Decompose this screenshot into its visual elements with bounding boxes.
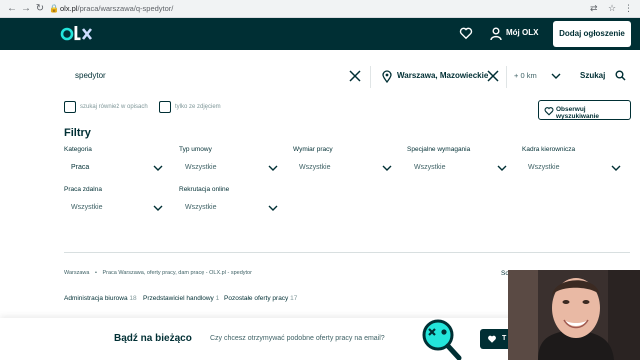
distance-select[interactable]: + 0 km bbox=[514, 71, 537, 80]
newsletter-button-label: T bbox=[502, 335, 507, 342]
newsletter-question: Czy chcesz otrzymywać podobne oferty pra… bbox=[210, 335, 385, 342]
category-name: Administracja biurowa bbox=[64, 295, 128, 302]
address-bar[interactable]: olx.pl/praca/warszawa/q-spedytor/ bbox=[60, 3, 173, 15]
search-bar: spedytor Warszawa, Mazowieckie + 0 km Sz… bbox=[0, 58, 640, 96]
url-path: /praca/warszawa/q-spedytor/ bbox=[77, 4, 174, 13]
contract-type-select[interactable]: Wszystkie bbox=[185, 164, 217, 171]
chevron-down-icon[interactable] bbox=[268, 165, 278, 172]
newsletter-title: Bądź na bieżąco bbox=[114, 333, 192, 344]
chevron-down-icon[interactable] bbox=[551, 73, 561, 80]
special-requirements-select[interactable]: Wszystkie bbox=[414, 164, 446, 171]
filter-label: Kategoria bbox=[64, 146, 92, 153]
olx-logo-icon[interactable] bbox=[60, 23, 94, 45]
filter-label: Praca zdalna bbox=[64, 186, 102, 193]
observe-search-label: Obserwuj wyszukiwanie bbox=[556, 106, 599, 120]
breadcrumb-home-link[interactable]: Warszawa bbox=[64, 270, 89, 276]
heart-icon bbox=[544, 107, 554, 116]
online-recruitment-select[interactable]: Wszystkie bbox=[185, 204, 217, 211]
category-name: Pozostałe oferty pracy bbox=[224, 295, 289, 302]
category-count: 1 bbox=[215, 295, 220, 302]
category-link[interactable]: Administracja biurowa 18 bbox=[64, 295, 137, 302]
bookmark-star-icon[interactable]: ☆ bbox=[608, 3, 616, 14]
location-pin-icon bbox=[382, 70, 392, 83]
category-count: 17 bbox=[290, 295, 298, 302]
favorites-heart-icon[interactable] bbox=[459, 26, 473, 40]
divider bbox=[64, 252, 630, 253]
breadcrumb: Warszawa • Praca Warszawa, oferty pracy,… bbox=[64, 270, 252, 276]
work-time-select[interactable]: Wszystkie bbox=[299, 164, 331, 171]
chevron-down-icon[interactable] bbox=[153, 165, 163, 172]
divider bbox=[506, 66, 507, 88]
chevron-down-icon[interactable] bbox=[497, 165, 507, 172]
photos-only-checkbox[interactable] bbox=[159, 101, 171, 113]
search-descriptions-checkbox[interactable] bbox=[64, 101, 76, 113]
search-descriptions-label: szukaj również w opisach bbox=[80, 104, 148, 110]
breadcrumb-separator: • bbox=[95, 270, 97, 276]
site-header: Mój OLX Dodaj ogłoszenie bbox=[0, 18, 640, 50]
post-ad-button[interactable]: Dodaj ogłoszenie bbox=[553, 21, 631, 47]
filter-label: Specjalne wymagania bbox=[407, 146, 471, 153]
extensions-icon[interactable]: ⋮ bbox=[624, 3, 633, 14]
filter-label: Rekrutacja online bbox=[179, 186, 230, 193]
category-link[interactable]: Przedstawiciel handlowy 1 bbox=[143, 295, 219, 302]
lock-icon: 🔒 bbox=[49, 4, 59, 13]
clear-query-icon[interactable] bbox=[349, 70, 361, 82]
heart-icon bbox=[488, 335, 496, 343]
presenter-video bbox=[508, 270, 640, 360]
translate-icon[interactable]: ⇄ bbox=[590, 3, 598, 14]
url-host: olx.pl bbox=[60, 4, 78, 13]
category-select[interactable]: Praca bbox=[71, 164, 89, 171]
search-button[interactable]: Szukaj bbox=[580, 71, 605, 80]
clear-location-icon[interactable] bbox=[487, 70, 499, 82]
filter-label: Wymiar pracy bbox=[293, 146, 333, 153]
filter-label: Typ umowy bbox=[179, 146, 212, 153]
category-count: 18 bbox=[129, 295, 137, 302]
category-link[interactable]: Pozostałe oferty pracy 17 bbox=[224, 295, 297, 302]
search-icon[interactable] bbox=[615, 70, 626, 81]
search-input[interactable]: spedytor bbox=[75, 71, 106, 80]
location-input[interactable]: Warszawa, Mazowieckie bbox=[397, 71, 488, 80]
remote-work-select[interactable]: Wszystkie bbox=[71, 204, 103, 211]
divider bbox=[370, 66, 371, 88]
back-icon[interactable]: ← bbox=[6, 3, 18, 15]
chevron-down-icon[interactable] bbox=[153, 205, 163, 212]
photos-only-label: tylko ze zdjęciem bbox=[175, 104, 221, 110]
chevron-down-icon[interactable] bbox=[382, 165, 392, 172]
reload-icon[interactable]: ↻ bbox=[34, 3, 46, 15]
my-olx-link[interactable]: Mój OLX bbox=[506, 28, 538, 37]
forward-icon[interactable]: → bbox=[20, 3, 32, 15]
browser-toolbar: ← → ↻ 🔒 olx.pl/praca/warszawa/q-spedytor… bbox=[0, 0, 640, 18]
webcam-overlay bbox=[508, 270, 640, 360]
user-icon[interactable] bbox=[490, 27, 502, 41]
management-select[interactable]: Wszystkie bbox=[528, 164, 560, 171]
observe-search-button[interactable]: Obserwuj wyszukiwanie bbox=[538, 100, 631, 120]
category-name: Przedstawiciel handlowy bbox=[143, 295, 214, 302]
filters-title: Filtry bbox=[64, 127, 91, 139]
chevron-down-icon[interactable] bbox=[268, 205, 278, 212]
breadcrumb-current: Praca Warszawa, oferty pracy, dam pracę … bbox=[102, 270, 252, 276]
chevron-down-icon[interactable] bbox=[611, 165, 621, 172]
filter-label: Kadra kierownicza bbox=[522, 146, 576, 153]
search-mascot-icon bbox=[422, 319, 462, 360]
